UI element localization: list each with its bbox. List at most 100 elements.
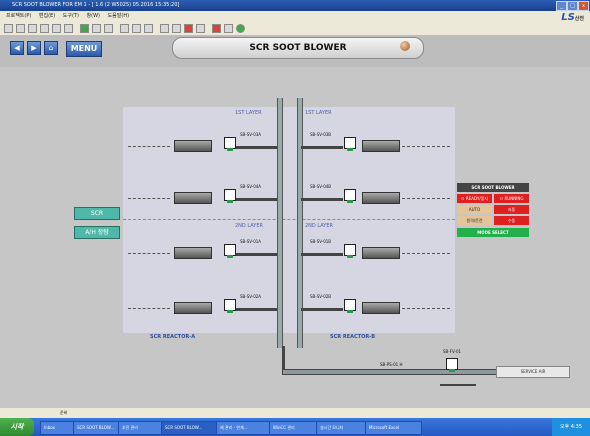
valve-a3-icon[interactable] — [224, 244, 236, 258]
status-icon[interactable] — [236, 24, 245, 33]
task-link[interactable]: 제 관리 - 연계... — [216, 421, 271, 435]
menu-button[interactable]: MENU — [66, 41, 102, 57]
valve-b4-icon[interactable] — [344, 299, 356, 313]
menu-item-help[interactable]: 도움말(H) — [108, 13, 129, 19]
mode-select-button[interactable]: MODE SELECT — [457, 228, 529, 237]
valve-b2-icon[interactable] — [344, 189, 356, 203]
task-manage[interactable]: 추진 관리 — [118, 421, 163, 435]
cut-icon[interactable] — [40, 24, 49, 33]
chart-icon[interactable] — [172, 24, 181, 33]
bypass-line — [440, 384, 476, 386]
lance-a3 — [128, 253, 170, 255]
blower-actuator-b1[interactable] — [362, 140, 400, 152]
branch-a4 — [236, 308, 277, 311]
blower-actuator-a3[interactable] — [174, 247, 212, 259]
table-icon[interactable] — [196, 24, 205, 33]
valve-b3-icon[interactable] — [344, 244, 356, 258]
blower-tag-b4: SB-SV-02B — [310, 294, 332, 299]
search-icon[interactable] — [144, 24, 153, 33]
back-button[interactable]: ◀ — [10, 41, 24, 55]
lance-b1 — [402, 146, 450, 148]
grid-icon[interactable] — [160, 24, 169, 33]
alarm-icon[interactable] — [184, 24, 193, 33]
layer-label-1b: 1ST LAYER — [305, 110, 332, 116]
status-bar: 준비 — [0, 408, 590, 418]
home-button[interactable]: ⌂ — [44, 41, 58, 55]
layer-divider — [123, 219, 455, 220]
soot-blower-panel: SCR SOOT BLOWER ㅁ READY/정지 ㅁ RUNNING AUT… — [457, 183, 529, 243]
task-wincc[interactable]: WinCC 관리 — [269, 421, 318, 435]
close-button[interactable]: x — [578, 1, 589, 11]
clock: 오후 4:35 — [559, 424, 583, 430]
lance-a4 — [128, 308, 170, 310]
scr-button[interactable]: SCR — [74, 207, 120, 220]
lance-b2 — [402, 198, 450, 200]
task-monitor[interactable]: 실시간 모니터 — [316, 421, 367, 435]
auto-state[interactable]: 자동 — [494, 205, 529, 214]
reactor-a-label: SCR REACTOR-A — [150, 334, 196, 340]
minimize-button[interactable]: _ — [556, 1, 567, 11]
blower-tag-b1: SB-SV-03B — [310, 132, 332, 137]
manual-state[interactable]: 수동 — [494, 216, 529, 225]
play-icon[interactable] — [80, 24, 89, 33]
menu-item-tools[interactable]: 도구(T) — [63, 13, 79, 19]
layer-label-2b: 2ND LAYER — [305, 223, 333, 229]
control-valve-tag: SB-FV-01 — [443, 349, 462, 354]
valve-a4-icon[interactable] — [224, 299, 236, 313]
layer-label-2a: 2ND LAYER — [235, 223, 263, 229]
zoom-in-icon[interactable] — [120, 24, 129, 33]
header-pipe-left — [277, 98, 283, 348]
task-inbox[interactable]: Inbox — [40, 421, 75, 435]
control-valve-icon[interactable] — [446, 358, 458, 372]
reactor-b-label: SCR REACTOR-B — [330, 334, 376, 340]
system-tray: 오후 4:35 — [552, 418, 590, 436]
ready-indicator: ㅁ READY/정지 — [457, 194, 492, 203]
menu-item-window[interactable]: 창(W) — [87, 13, 100, 19]
branch-b1 — [301, 146, 343, 149]
valve-a1-icon[interactable] — [224, 137, 236, 151]
blower-actuator-b2[interactable] — [362, 192, 400, 204]
status-text: 준비 — [60, 410, 68, 415]
blower-actuator-b4[interactable] — [362, 302, 400, 314]
branch-b2 — [301, 198, 343, 201]
valve-a2-icon[interactable] — [224, 189, 236, 203]
blower-actuator-a2[interactable] — [174, 192, 212, 204]
blower-actuator-b3[interactable] — [362, 247, 400, 259]
task-scr-1[interactable]: SCR SOOT BLOW... — [73, 421, 120, 435]
branch-a1 — [236, 146, 277, 149]
print-icon[interactable] — [28, 24, 37, 33]
paste-icon[interactable] — [64, 24, 73, 33]
save-icon[interactable] — [16, 24, 25, 33]
soot-panel-title: SCR SOOT BLOWER — [457, 183, 529, 192]
reactor-panel: 1ST LAYER 1ST LAYER 2ND LAYER 2ND LAYER — [123, 107, 455, 333]
forward-button[interactable]: ▶ — [27, 41, 41, 55]
refresh-icon[interactable] — [104, 24, 113, 33]
menu-item-edit[interactable]: 편집(E) — [39, 13, 55, 19]
valve-b1-icon[interactable] — [344, 137, 356, 151]
blower-actuator-a4[interactable] — [174, 302, 212, 314]
branch-a3 — [236, 253, 277, 256]
stop-icon[interactable] — [92, 24, 101, 33]
ah-button[interactable]: A/H 장탐 — [74, 226, 120, 239]
blower-actuator-a1[interactable] — [174, 140, 212, 152]
copy-icon[interactable] — [52, 24, 61, 33]
lance-b4 — [402, 308, 450, 310]
record-icon[interactable] — [212, 24, 221, 33]
supply-line — [282, 369, 498, 375]
menu-item-project[interactable]: 프로젝트(P) — [6, 13, 31, 19]
task-scr-2[interactable]: SCR SOOT BLOW... — [161, 421, 218, 435]
blower-tag-a3: SB-SV-01A — [240, 239, 262, 244]
lance-b3 — [402, 253, 450, 255]
branch-a2 — [236, 198, 277, 201]
blower-tag-a4: SB-SV-02A — [240, 294, 262, 299]
lance-a2 — [128, 198, 170, 200]
zoom-out-icon[interactable] — [132, 24, 141, 33]
settings-icon[interactable] — [224, 24, 233, 33]
manual-label: 원격/운전 — [457, 216, 492, 225]
supply-riser — [282, 346, 285, 370]
bolt-right-icon — [400, 41, 410, 51]
maximize-button[interactable]: □ — [567, 1, 578, 11]
start-button[interactable]: 시작 — [0, 418, 34, 436]
task-excel[interactable]: Microsoft Excel — [365, 421, 422, 435]
open-icon[interactable] — [4, 24, 13, 33]
